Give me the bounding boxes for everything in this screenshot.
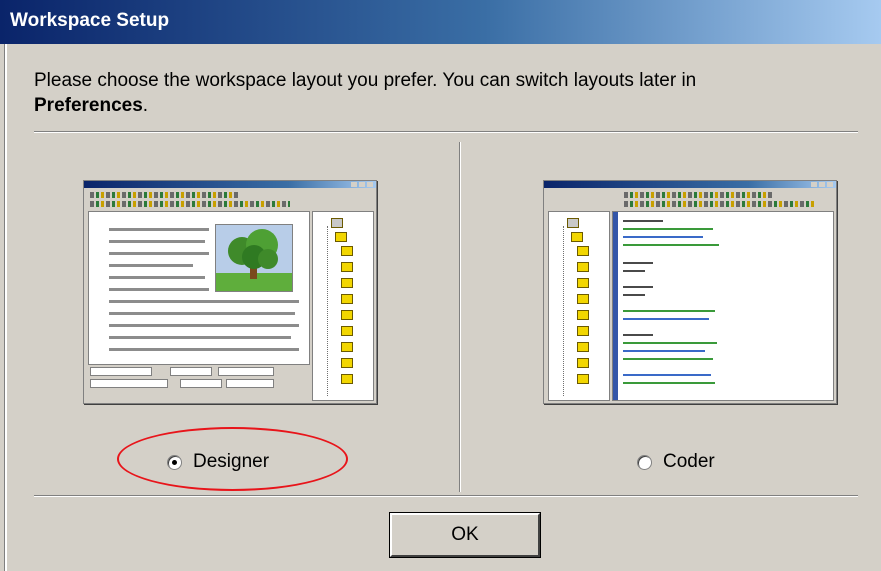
- folder-icon: [577, 326, 589, 336]
- instructions-text: Please choose the workspace layout you p…: [34, 68, 834, 118]
- instructions-suffix: .: [142, 95, 149, 116]
- folder-icon: [577, 294, 589, 304]
- folder-icon: [341, 374, 353, 384]
- window-title: Workspace Setup: [10, 10, 170, 31]
- code-line: [623, 220, 663, 222]
- code-line: [623, 236, 703, 238]
- code-line: [623, 244, 719, 246]
- code-line: [623, 262, 653, 264]
- folder-icon: [577, 246, 589, 256]
- folder-icon: [577, 358, 589, 368]
- drive-icon: [567, 218, 579, 228]
- preview-titlebar: [544, 181, 836, 188]
- folder-icon: [341, 342, 353, 352]
- preview-toolbar-icons-row2: [90, 201, 290, 207]
- preview-code-editor: [612, 211, 834, 401]
- folder-icon: [341, 294, 353, 304]
- folder-icon: [341, 326, 353, 336]
- code-line: [623, 382, 715, 384]
- text-line: [109, 228, 209, 231]
- prop-field: [218, 367, 274, 376]
- folder-icon: [571, 232, 583, 242]
- text-line: [109, 276, 205, 279]
- text-line: [109, 312, 295, 315]
- prop-field: [90, 367, 152, 376]
- preview-toolbar-icons: [90, 192, 240, 198]
- instructions-preferences: Preferences: [34, 95, 143, 116]
- prop-field: [170, 367, 212, 376]
- code-line: [623, 318, 709, 320]
- folder-icon: [577, 262, 589, 272]
- folder-icon: [577, 342, 589, 352]
- code-line: [623, 270, 645, 272]
- preview-toolbar-icons-row2: [624, 201, 814, 207]
- instructions-main: Please choose the workspace layout you p…: [34, 70, 697, 91]
- folder-icon: [577, 310, 589, 320]
- preview-window-buttons: [811, 182, 833, 187]
- preview-design-canvas: [88, 211, 310, 365]
- code-line: [623, 374, 711, 376]
- text-line: [109, 324, 299, 327]
- prop-field: [90, 379, 168, 388]
- text-line: [109, 288, 209, 291]
- preview-titlebar: [84, 181, 376, 188]
- text-line: [109, 348, 299, 351]
- code-gutter: [613, 212, 618, 400]
- preview-file-tree: [548, 211, 610, 401]
- highlight-annotation-ellipse: [117, 427, 348, 491]
- middle-separator: [459, 142, 461, 492]
- ok-button[interactable]: OK: [389, 512, 541, 558]
- ok-button-label: OK: [451, 524, 479, 545]
- folder-icon: [335, 232, 347, 242]
- tree-connector: [563, 226, 564, 396]
- tree-picture: [215, 224, 293, 292]
- code-line: [623, 286, 653, 288]
- dialog-left-edge: [4, 44, 7, 571]
- designer-layout-preview[interactable]: [83, 180, 377, 404]
- text-line: [109, 252, 209, 255]
- coder-radio-label[interactable]: Coder: [663, 451, 715, 473]
- preview-window-buttons: [351, 182, 373, 187]
- text-line: [109, 240, 205, 243]
- text-line: [109, 300, 299, 303]
- code-line: [623, 358, 713, 360]
- folder-icon: [341, 278, 353, 288]
- bottom-separator: [34, 495, 858, 497]
- code-line: [623, 334, 653, 336]
- drive-icon: [331, 218, 343, 228]
- prop-field: [180, 379, 222, 388]
- folder-icon: [341, 262, 353, 272]
- coder-radio-button[interactable]: [637, 454, 652, 470]
- preview-file-tree: [312, 211, 374, 401]
- prop-field: [226, 379, 274, 388]
- folder-icon: [341, 358, 353, 368]
- code-line: [623, 350, 705, 352]
- code-line: [623, 310, 715, 312]
- preview-toolbar-icons: [624, 192, 774, 198]
- folder-icon: [577, 278, 589, 288]
- folder-icon: [341, 246, 353, 256]
- code-line: [623, 342, 717, 344]
- text-line: [109, 336, 291, 339]
- code-line: [623, 228, 713, 230]
- top-separator: [34, 131, 858, 133]
- coder-radio-option[interactable]: Coder: [637, 451, 715, 473]
- folder-icon: [341, 310, 353, 320]
- code-line: [623, 294, 645, 296]
- coder-layout-preview[interactable]: [543, 180, 837, 404]
- tree-connector: [327, 226, 328, 396]
- title-bar[interactable]: Workspace Setup: [0, 0, 881, 44]
- folder-icon: [577, 374, 589, 384]
- text-line: [109, 264, 193, 267]
